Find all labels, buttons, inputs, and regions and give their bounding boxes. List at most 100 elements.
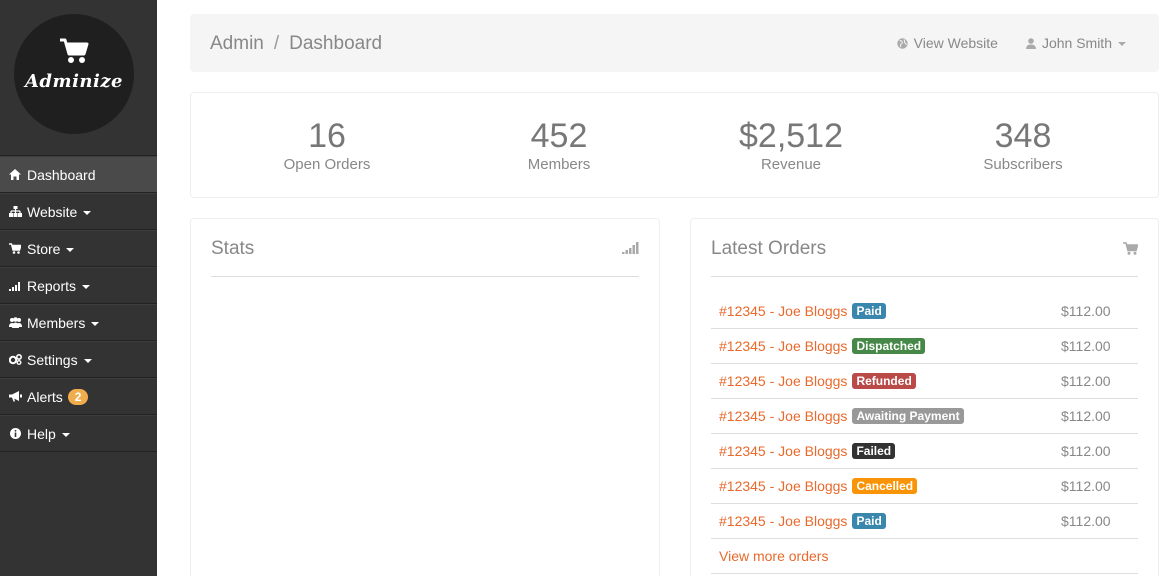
- user-menu[interactable]: John Smith: [1025, 35, 1126, 51]
- order-amount: $112.00: [1061, 373, 1111, 389]
- sidebar-item-store[interactable]: Store: [0, 230, 157, 267]
- order-link[interactable]: #12345 - Joe Bloggs: [719, 478, 847, 494]
- sidebar-item-members[interactable]: Members: [0, 304, 157, 341]
- logo-area: Adminize: [0, 0, 157, 155]
- chevron-down-icon: [66, 247, 75, 252]
- sidebar-item-label: Settings: [27, 351, 78, 368]
- view-website-label: View Website: [913, 35, 998, 51]
- cart-icon: [8, 243, 22, 255]
- globe-icon: [896, 37, 908, 49]
- tile-open-orders: 16 Open Orders: [211, 93, 443, 197]
- user-icon: [1025, 37, 1036, 49]
- sidebar-item-label: Alerts: [27, 388, 63, 405]
- sidebar-item-help[interactable]: Help: [0, 415, 157, 452]
- sidebar-item-dashboard[interactable]: Dashboard: [0, 156, 157, 193]
- order-amount: $112.00: [1061, 513, 1111, 529]
- tile-subscribers: 348 Subscribers: [907, 93, 1139, 197]
- order-status-badge: Refunded: [852, 373, 916, 389]
- sidebar-item-label: Dashboard: [27, 166, 96, 183]
- order-link[interactable]: #12345 - Joe Bloggs: [719, 513, 847, 529]
- signal-icon: [622, 242, 639, 254]
- tile-value: $2,512: [739, 117, 843, 155]
- view-website-link[interactable]: View Website: [896, 35, 998, 51]
- sidebar-item-label: Reports: [27, 277, 77, 294]
- orders-panel-header: Latest Orders: [711, 219, 1138, 277]
- summary-tiles: 16 Open Orders 452 Members $2,512 Revenu…: [190, 92, 1159, 198]
- order-status-badge: Cancelled: [852, 478, 918, 494]
- order-status-badge: Dispatched: [852, 338, 926, 354]
- users-icon: [8, 317, 22, 329]
- orders-panel-title: Latest Orders: [711, 238, 827, 259]
- order-status-badge: Awaiting Payment: [852, 408, 964, 424]
- breadcrumb-admin[interactable]: Admin: [210, 33, 264, 54]
- stats-panel: Stats: [190, 218, 660, 576]
- order-link[interactable]: #12345 - Joe Bloggs: [719, 338, 847, 354]
- sidebar-item-alerts[interactable]: Alerts 2: [0, 378, 157, 415]
- chevron-down-icon: [91, 321, 100, 326]
- sidebar-item-website[interactable]: Website: [0, 193, 157, 230]
- sidebar-item-label: Website: [27, 203, 78, 220]
- info-icon: [8, 428, 22, 440]
- stats-panel-title: Stats: [211, 238, 255, 259]
- tile-members: 452 Members: [443, 93, 675, 197]
- tile-label: Subscribers: [983, 156, 1063, 173]
- chevron-down-icon: [82, 284, 91, 289]
- order-link[interactable]: #12345 - Joe Bloggs: [719, 373, 847, 389]
- order-row: #12345 - Joe Bloggs Cancelled $112.00: [711, 469, 1138, 504]
- order-row: #12345 - Joe Bloggs Paid $112.00: [711, 294, 1138, 329]
- cart-logo-icon: [60, 38, 89, 63]
- sidebar-item-settings[interactable]: Settings: [0, 341, 157, 378]
- logo[interactable]: Adminize: [14, 14, 134, 134]
- order-row: #12345 - Joe Bloggs Dispatched $112.00: [711, 329, 1138, 364]
- brand-name: Adminize: [24, 71, 124, 92]
- order-amount: $112.00: [1061, 303, 1111, 319]
- sidebar-item-reports[interactable]: Reports: [0, 267, 157, 304]
- order-row: #12345 - Joe Bloggs Paid $112.00: [711, 504, 1138, 539]
- alerts-count-badge: 2: [67, 388, 89, 405]
- sidebar: Adminize Dashboard Website Store Reports…: [0, 0, 157, 576]
- order-amount: $112.00: [1061, 408, 1111, 424]
- latest-orders-panel: Latest Orders #12345 - Joe Bloggs Paid $…: [690, 218, 1159, 576]
- order-amount: $112.00: [1061, 443, 1111, 459]
- order-link[interactable]: #12345 - Joe Bloggs: [719, 443, 847, 459]
- header-bar: Admin / Dashboard View Website John Smith: [190, 14, 1159, 72]
- tile-value: 16: [308, 117, 346, 155]
- sidebar-item-label: Members: [27, 314, 86, 331]
- signal-icon: [8, 280, 22, 292]
- breadcrumb-dashboard: Dashboard: [289, 33, 383, 54]
- cart-icon: [1123, 242, 1138, 255]
- breadcrumb-separator: /: [273, 33, 280, 54]
- sidebar-nav: Dashboard Website Store Reports Members …: [0, 155, 157, 452]
- tile-label: Open Orders: [283, 156, 371, 173]
- order-status-badge: Paid: [852, 513, 886, 529]
- chevron-down-icon: [61, 432, 70, 437]
- cogs-icon: [8, 354, 22, 366]
- breadcrumb: Admin / Dashboard: [210, 33, 382, 55]
- chevron-down-icon: [83, 210, 92, 215]
- tile-label: Members: [527, 156, 591, 173]
- sidebar-item-label: Store: [27, 240, 61, 257]
- sidebar-item-label: Help: [27, 425, 56, 442]
- sitemap-icon: [8, 206, 22, 218]
- tile-revenue: $2,512 Revenue: [675, 93, 907, 197]
- chevron-down-icon: [83, 358, 92, 363]
- stats-panel-header: Stats: [211, 219, 639, 277]
- user-name: John Smith: [1041, 35, 1112, 51]
- order-amount: $112.00: [1061, 478, 1111, 494]
- order-link[interactable]: #12345 - Joe Bloggs: [719, 408, 847, 424]
- tile-label: Revenue: [760, 156, 822, 173]
- order-amount: $112.00: [1061, 338, 1111, 354]
- chevron-down-icon: [1118, 42, 1126, 46]
- order-status-badge: Failed: [852, 443, 896, 459]
- order-link[interactable]: #12345 - Joe Bloggs: [719, 303, 847, 319]
- tile-value: 348: [994, 117, 1052, 155]
- bullhorn-icon: [8, 391, 22, 403]
- header-links: View Website John Smith: [869, 35, 1126, 51]
- orders-list: #12345 - Joe Bloggs Paid $112.00 #12345 …: [711, 294, 1138, 574]
- view-more-orders-link[interactable]: View more orders: [711, 539, 1138, 574]
- tile-value: 452: [530, 117, 588, 155]
- order-row: #12345 - Joe Bloggs Failed $112.00: [711, 434, 1138, 469]
- order-row: #12345 - Joe Bloggs Awaiting Payment $11…: [711, 399, 1138, 434]
- home-icon: [8, 169, 22, 181]
- order-row: #12345 - Joe Bloggs Refunded $112.00: [711, 364, 1138, 399]
